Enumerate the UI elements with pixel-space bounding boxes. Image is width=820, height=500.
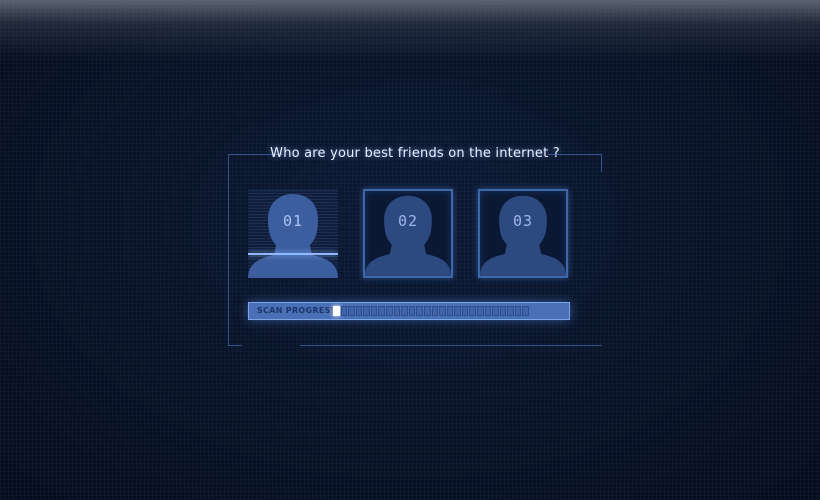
question-title: Who are your best friends on the interne… — [270, 146, 560, 161]
person-silhouette-icon — [365, 195, 451, 276]
progress-segment — [408, 306, 416, 316]
progress-segment — [416, 306, 423, 316]
progress-segment — [507, 306, 514, 316]
card-number: 02 — [397, 212, 419, 230]
progress-segment — [461, 306, 469, 316]
progress-segment — [484, 306, 492, 316]
progress-segment — [499, 306, 507, 316]
scan-progress-bar: SCAN PROGRESS — [248, 302, 570, 320]
scan-progress-label: SCAN PROGRESS — [257, 306, 337, 315]
card-number: 03 — [512, 212, 534, 230]
progress-segment — [340, 306, 348, 316]
progress-segments — [333, 306, 530, 316]
profile-card-02[interactable]: 02 — [363, 189, 453, 278]
progress-segment — [454, 306, 461, 316]
progress-segment — [423, 306, 431, 316]
progress-segment — [401, 306, 408, 316]
progress-segment — [348, 306, 355, 316]
progress-segment — [386, 306, 393, 316]
progress-segment — [393, 306, 401, 316]
person-silhouette-icon — [248, 194, 338, 278]
profile-card-03[interactable]: 03 — [478, 189, 568, 278]
progress-segment — [446, 306, 454, 316]
card-number: 01 — [282, 212, 304, 230]
progress-segment — [333, 306, 340, 316]
progress-segment — [439, 306, 446, 316]
progress-segment — [514, 306, 522, 316]
progress-segment — [476, 306, 484, 316]
progress-segment — [469, 306, 476, 316]
person-silhouette-icon — [480, 195, 566, 276]
progress-segment — [370, 306, 378, 316]
progress-segment — [522, 306, 530, 316]
scan-line — [248, 253, 338, 255]
progress-segment — [378, 306, 386, 316]
progress-segment — [363, 306, 370, 316]
progress-segment — [355, 306, 363, 316]
profile-card-01[interactable]: 01 — [248, 189, 338, 278]
progress-segment — [492, 306, 499, 316]
progress-segment — [431, 306, 439, 316]
top-fade — [0, 0, 820, 60]
